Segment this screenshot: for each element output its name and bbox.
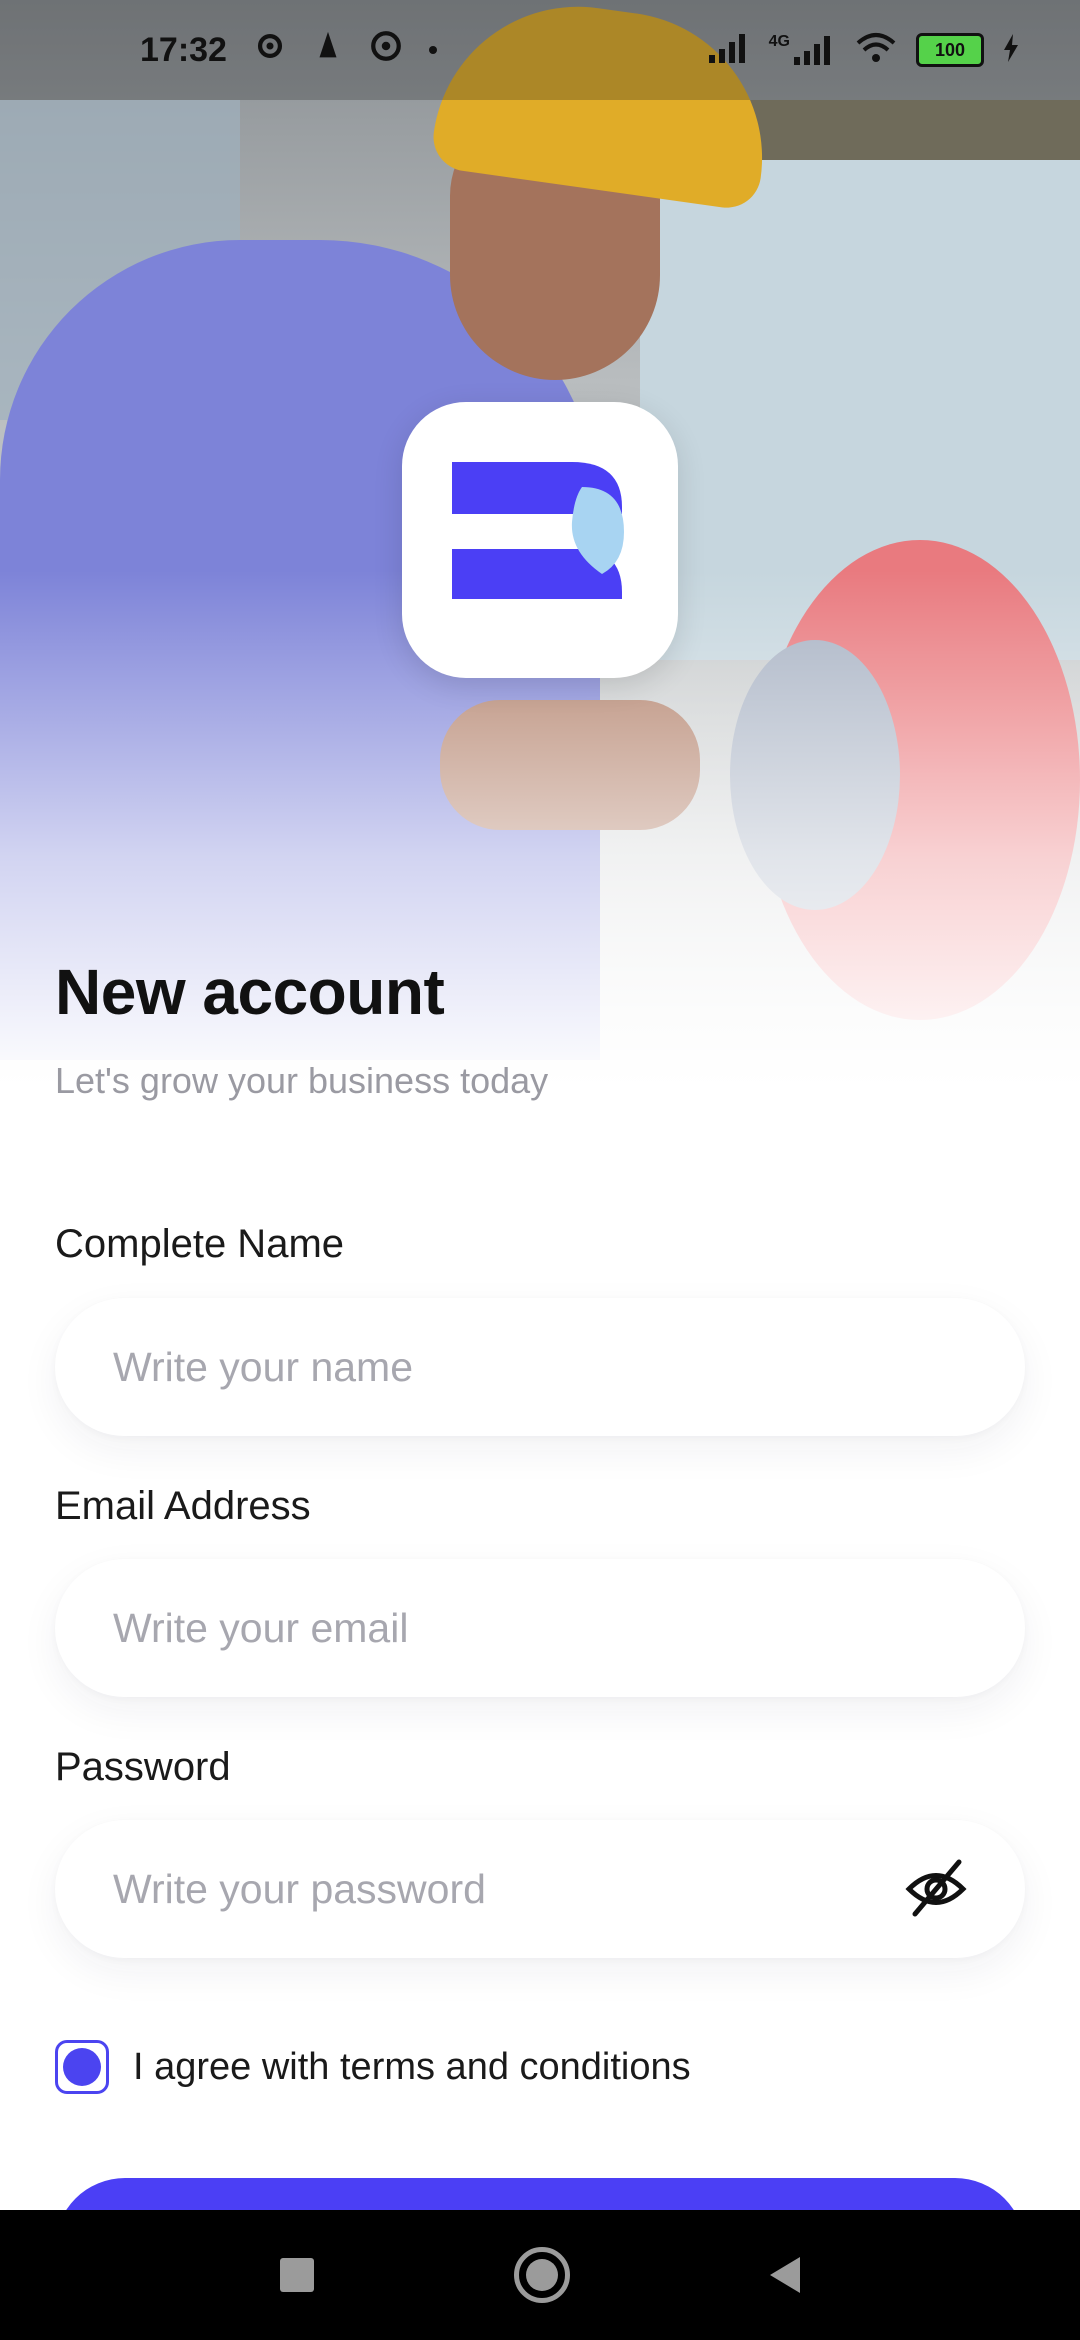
gear-icon [253, 29, 287, 72]
name-field[interactable] [55, 1298, 1025, 1436]
password-input[interactable] [111, 1864, 903, 1914]
at-icon [369, 29, 403, 72]
password-label: Password [55, 1745, 231, 1789]
email-label: Email Address [55, 1484, 311, 1528]
terms-row[interactable]: I agree with terms and conditions [55, 2040, 691, 2094]
home-button[interactable] [514, 2247, 570, 2303]
network-type: 4G [768, 33, 790, 50]
status-bar: 17:32 4G 100 [0, 0, 1080, 100]
back-button[interactable] [770, 2257, 800, 2293]
battery-icon: 100 [916, 33, 984, 67]
notification-icon [313, 29, 343, 72]
system-nav-bar [0, 2210, 1080, 2340]
page-title: New account [55, 956, 445, 1028]
email-input[interactable] [111, 1603, 969, 1653]
eye-off-icon[interactable] [903, 1856, 969, 1922]
checkbox-indicator [63, 2048, 101, 2086]
dot-icon [428, 46, 437, 54]
logo-mark [452, 462, 624, 599]
terms-label[interactable]: I agree with terms and conditions [133, 2046, 691, 2089]
status-time: 17:32 [140, 30, 227, 69]
wifi-icon [854, 31, 898, 70]
signal-icon [707, 31, 751, 70]
password-field[interactable] [55, 1820, 1025, 1958]
app-logo [402, 402, 678, 678]
charging-icon [1002, 33, 1020, 68]
name-label: Complete Name [55, 1222, 345, 1266]
email-field[interactable] [55, 1559, 1025, 1697]
page-subtitle: Let's grow your business today [55, 1060, 549, 1101]
signal-4g-icon: 4G [769, 33, 836, 67]
recent-apps-button[interactable] [280, 2258, 314, 2292]
name-input[interactable] [111, 1342, 969, 1392]
terms-checkbox[interactable] [55, 2040, 109, 2094]
battery-level: 100 [934, 39, 966, 60]
